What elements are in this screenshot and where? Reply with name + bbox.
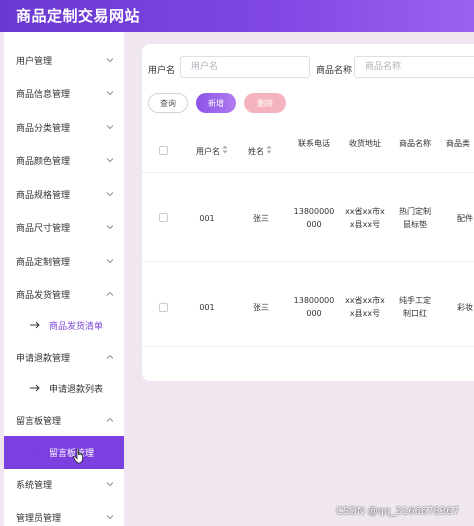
chevron-up-icon [105,290,115,298]
product-filter-label: 商品名称 [316,66,353,76]
username-filter-label: 用户名 [148,66,176,76]
sidebar-item-admin[interactable]: 管理员管理 [4,501,124,526]
cell-phone: 13800000000 [293,296,335,318]
chevron-down-icon [105,480,115,488]
cell-name: 张三 [253,303,269,312]
add-button[interactable]: 新增 [196,93,236,113]
sidebar-item-label: 申请退款管理 [16,354,71,364]
username-search-input[interactable] [180,56,310,78]
sidebar-item-product-category[interactable]: 商品分类管理 [4,111,124,144]
product-search-input[interactable] [354,56,474,78]
column-header-label: 用户名 [196,147,220,156]
column-header-address: 收货地址 [349,139,381,148]
cell-username: 001 [199,303,215,312]
sidebar-item-product-spec[interactable]: 商品规格管理 [4,178,124,211]
sidebar-item-product-color[interactable]: 商品颜色管理 [4,144,124,177]
hand-cursor-icon [72,448,86,464]
sidebar-subitem-label: 申请退款列表 [49,385,104,395]
sidebar-subitem-label: 商品发货清单 [49,322,104,332]
chevron-down-icon [105,56,115,64]
sidebar-item-refund[interactable]: 申请退款管理 [4,341,124,374]
sidebar-item-product-custom[interactable]: 商品定制管理 [4,245,124,278]
chevron-down-icon [105,223,115,231]
chevron-down-icon [105,89,115,97]
sort-icon[interactable] [266,145,272,158]
app-title: 商品定制交易网站 [16,7,141,25]
cell-product: 热门定制鼠标垫 [399,207,431,229]
sidebar-item-product-size[interactable]: 商品尺寸管理 [4,211,124,244]
chevron-down-icon [105,123,115,131]
sidebar-item-label: 商品信息管理 [16,90,71,100]
column-header-username[interactable]: 用户名 [182,145,242,158]
sidebar-subitem-shipping-list[interactable]: 商品发货清单 [4,309,124,342]
sort-icon[interactable] [222,145,228,158]
cell-category: 彩妆 [457,303,473,312]
cell-name: 张三 [253,214,269,223]
sidebar-item-label: 留言板管理 [16,417,62,427]
cell-username: 001 [199,214,215,223]
sidebar-item-label: 商品尺寸管理 [16,224,71,234]
row-checkbox[interactable] [159,303,168,312]
table-divider [142,261,474,262]
sidebar-item-label: 用户管理 [16,57,53,67]
table-divider [142,346,474,347]
cell-address: xx省xx市xx县xx号 [345,207,385,229]
cell-product: 纯手工定制口红 [399,296,431,318]
column-header-label: 姓名 [248,147,264,156]
arrow-right-icon [28,445,42,459]
sidebar-item-message-board[interactable]: 留言板管理 [4,404,124,437]
chevron-up-icon [105,416,115,424]
sidebar-item-product-shipping[interactable]: 商品发货管理 [4,278,124,311]
csdn-watermark: CSDN @qq_3166678367 [336,506,460,517]
cell-phone: 13800000000 [293,207,335,229]
sidebar-item-label: 商品颜色管理 [16,157,71,167]
select-all-checkbox[interactable] [159,146,168,155]
delete-button[interactable]: 删除 [244,93,286,113]
sidebar-subitem-refund-list[interactable]: 申请退款列表 [4,372,124,405]
top-header: 商品定制交易网站 [0,0,474,32]
sidebar-item-system[interactable]: 系统管理 [4,468,124,501]
column-header-product: 商品名称 [399,139,431,148]
chevron-down-icon [105,190,115,198]
sidebar-item-label: 商品分类管理 [16,124,71,134]
chevron-up-icon [105,353,115,361]
cell-address: xx省xx市xx县xx号 [345,296,385,318]
arrow-right-icon [28,318,42,332]
table-divider [142,172,474,173]
chevron-down-icon [105,257,115,265]
column-header-category: 商品类 [446,139,470,148]
sidebar-item-label: 商品发货管理 [16,291,71,301]
chevron-down-icon [105,156,115,164]
sidebar-item-label: 商品定制管理 [16,258,71,268]
arrow-right-icon [28,381,42,395]
chevron-down-icon [105,513,115,521]
main-content-card: 用户名 商品名称 查询 新增 删除 用户名 姓名 联系电话 收货地址 商品名称 … [142,44,474,381]
query-button[interactable]: 查询 [148,93,188,113]
sidebar-item-label: 系统管理 [16,481,53,491]
sidebar-item-user[interactable]: 用户管理 [4,44,124,77]
sidebar-item-label: 商品规格管理 [16,191,71,201]
sidebar-subitem-message-board-active[interactable]: 留言板管理 [4,436,124,469]
sidebar-item-label: 管理员管理 [16,514,62,524]
row-checkbox[interactable] [159,213,168,222]
column-header-name[interactable]: 姓名 [240,145,280,158]
sidebar-menu: 用户管理 商品信息管理 商品分类管理 商品颜色管理 商品规格管理 商品尺寸管理 … [4,32,124,526]
column-header-phone: 联系电话 [298,139,330,148]
sidebar-item-product-info[interactable]: 商品信息管理 [4,77,124,110]
cell-category: 配件 [457,214,473,223]
